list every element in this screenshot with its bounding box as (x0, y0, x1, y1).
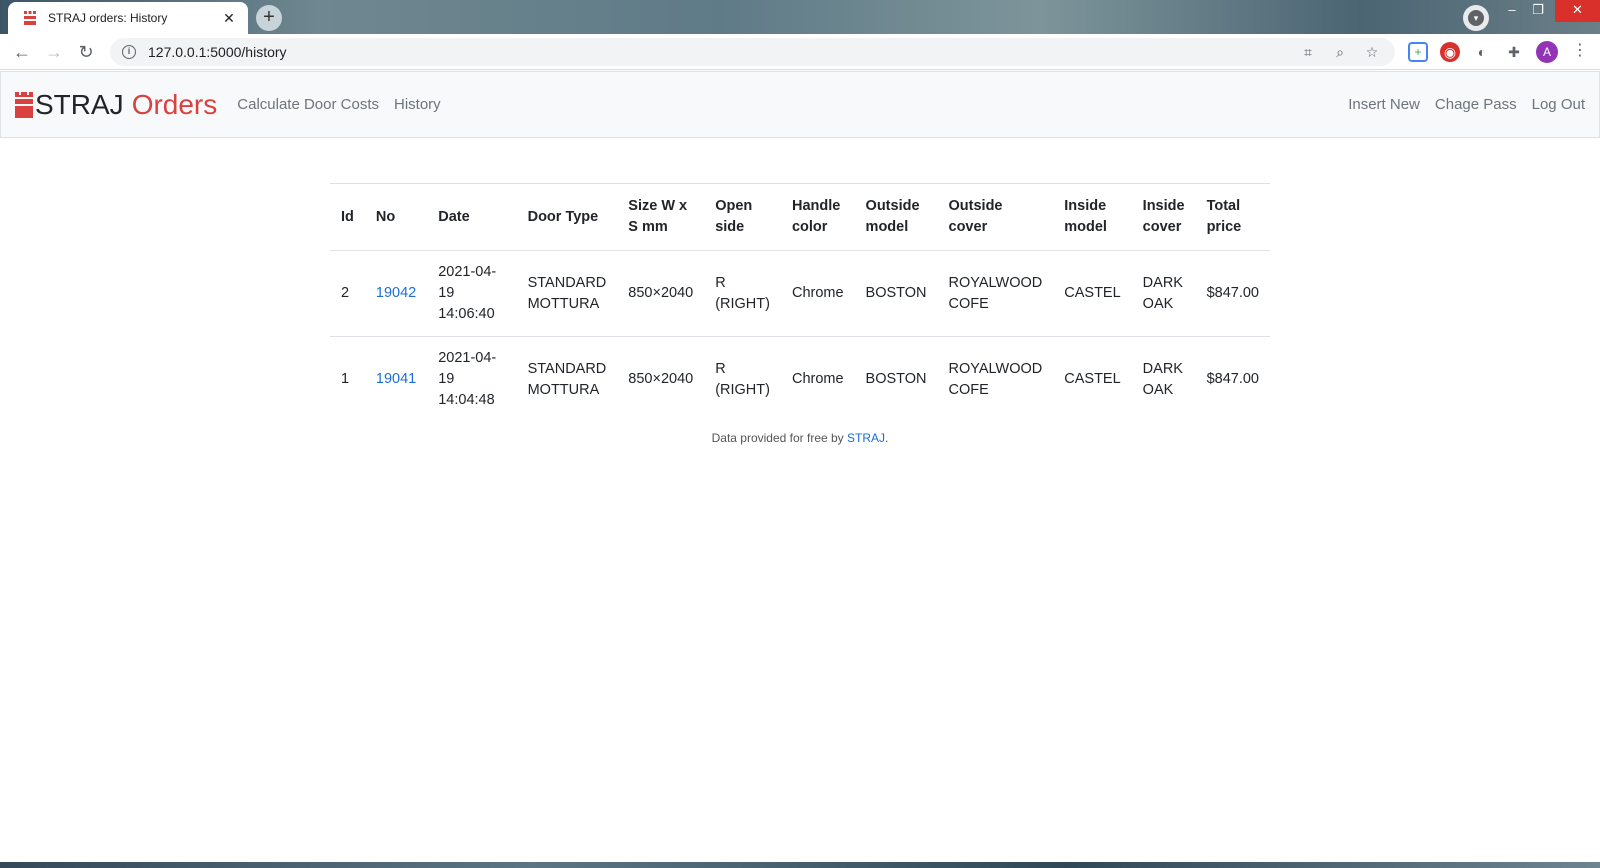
profile-avatar[interactable]: A (1536, 41, 1558, 63)
chevron-down-icon: ▾ (1468, 10, 1484, 26)
cell-inside-cover: DARK OAK (1142, 360, 1183, 398)
os-taskbar (0, 862, 1600, 868)
brand-orders-text: Orders (131, 88, 218, 120)
info-icon[interactable]: i (122, 45, 136, 59)
table-header-row: Id No Date Door Type Size W xS mm Open si… (330, 183, 1270, 251)
window-close-button[interactable]: ✕ (1555, 0, 1600, 22)
cell-id: 2 (330, 250, 365, 337)
cell-size: 850×2040 (617, 250, 705, 337)
cell-id: 1 (341, 371, 350, 387)
header-outside-model: Outside model (854, 183, 938, 251)
footer-text: Data provided for free by (711, 431, 848, 445)
table-row: 1 19041 2021-04-19 14:04:48 STANDARD MOTTU… (330, 337, 1270, 423)
nav-right-group: Insert New Chage Pass Log Out (1333, 96, 1585, 113)
footer-suffix: . (885, 431, 889, 445)
header-door-type: Door Type (516, 183, 618, 251)
extension-c-icon[interactable]: ◐ (1472, 42, 1492, 62)
browser-toolbar: ← → ↻ i 127.0.0.1:5000/history ⌗ ⌕ ☆ + ◉… (0, 34, 1600, 70)
translate-icon[interactable]: ⌗ (1297, 44, 1319, 61)
cell-outside-cover: ROYALWOOD COFE (937, 250, 1054, 337)
header-inside-model: Inside model (1053, 183, 1132, 251)
cell-open-side: R (RIGHT) (715, 360, 770, 398)
cell-inside-cover: DARK OAK (1131, 250, 1196, 337)
cell-date: 2021-04-19 14:06:40 (427, 250, 517, 337)
cell-date: 2021-04-19 14:04:48 (438, 350, 497, 408)
footer-straj-link[interactable]: STRAJ (847, 431, 885, 445)
nav-link-history[interactable]: History (394, 96, 441, 113)
cell-total-price: $847.00 (1195, 250, 1270, 337)
nav-link-calculate-door-costs[interactable]: Calculate Door Costs (237, 96, 379, 113)
header-size: Size W xS mm (617, 183, 705, 251)
brand-link[interactable]: STRAJ Orders (15, 89, 217, 121)
order-number-link[interactable]: 19041 (376, 371, 416, 387)
order-number-link[interactable]: 19042 (376, 285, 416, 301)
cell-inside-model: CASTEL (1064, 371, 1121, 387)
cell-handle-color: Chrome (780, 250, 855, 337)
browser-tab[interactable]: STRAJ orders: History ✕ (8, 2, 248, 34)
cell-total-price: $847.00 (1206, 371, 1259, 387)
address-bar[interactable]: i 127.0.0.1:5000/history ⌗ ⌕ ☆ (110, 38, 1395, 66)
url-text[interactable]: 127.0.0.1:5000/history (148, 44, 1287, 60)
straj-favicon-icon (24, 11, 36, 25)
header-total-price: Total price (1195, 183, 1270, 251)
browser-menu-icon[interactable]: ⋮ (1572, 40, 1588, 60)
cell-door-type: STANDARD MOTTURA (527, 360, 607, 398)
table-row: 2 19042 2021-04-19 14:06:40 STANDARD MOTTU… (330, 250, 1270, 337)
header-outside-cover: Outside cover (937, 183, 1054, 251)
cell-inside-model: CASTEL (1053, 250, 1132, 337)
history-content: Id No Date Door Type Size W xS mm Open si… (330, 183, 1270, 422)
extension-plus-icon[interactable]: + (1408, 42, 1428, 62)
tab-search-button[interactable]: ▾ (1463, 5, 1489, 31)
extension-shield-icon[interactable]: ◉ (1440, 42, 1460, 62)
cell-no: 19041 (365, 337, 427, 423)
bookmark-star-icon[interactable]: ☆ (1361, 44, 1383, 61)
cell-handle-color: Chrome (791, 371, 844, 387)
brand-straj-text: STRAJ (35, 88, 124, 120)
nav-link-change-pass[interactable]: Chage Pass (1435, 96, 1517, 113)
cell-outside-model: BOSTON (865, 371, 927, 387)
header-handle-color: Handle color (780, 183, 855, 251)
cell-no: 19042 (364, 250, 428, 337)
app-navbar: STRAJ Orders Calculate Door Costs Histor… (0, 71, 1600, 138)
page-footer: Data provided for free by STRAJ. (0, 431, 1600, 445)
cell-outside-model: BOSTON (854, 250, 938, 337)
orders-table: Id No Date Door Type Size W xS mm Open si… (330, 183, 1270, 422)
header-inside-cover: Inside cover (1131, 183, 1196, 251)
header-no: No (364, 183, 428, 251)
zoom-icon[interactable]: ⌕ (1329, 44, 1351, 61)
new-tab-button[interactable]: + (256, 5, 282, 31)
nav-link-log-out[interactable]: Log Out (1532, 96, 1585, 113)
window-restore-button[interactable]: ❐ (1516, 0, 1560, 22)
cell-size: 850×2040 (628, 371, 694, 387)
straj-logo-icon (15, 91, 33, 118)
puzzle-extensions-icon[interactable]: ✚ (1504, 42, 1524, 62)
cell-open-side: R (RIGHT) (704, 250, 781, 337)
back-arrow-icon[interactable]: ← (10, 40, 34, 64)
reload-icon[interactable]: ↻ (74, 40, 98, 64)
browser-tabstrip: STRAJ orders: History ✕ + ▾ – ❐ ✕ (0, 0, 1600, 34)
tab-title: STRAJ orders: History (48, 11, 168, 25)
tab-close-icon[interactable]: ✕ (220, 10, 238, 27)
cell-outside-cover: ROYALWOOD COFE (948, 360, 1043, 398)
header-id: Id (330, 183, 365, 251)
nav-link-insert-new[interactable]: Insert New (1348, 96, 1420, 113)
forward-arrow-icon[interactable]: → (42, 40, 66, 64)
cell-door-type: STANDARD MOTTURA (516, 250, 618, 337)
header-date: Date (427, 183, 517, 251)
header-open-side: Open side (704, 183, 781, 251)
